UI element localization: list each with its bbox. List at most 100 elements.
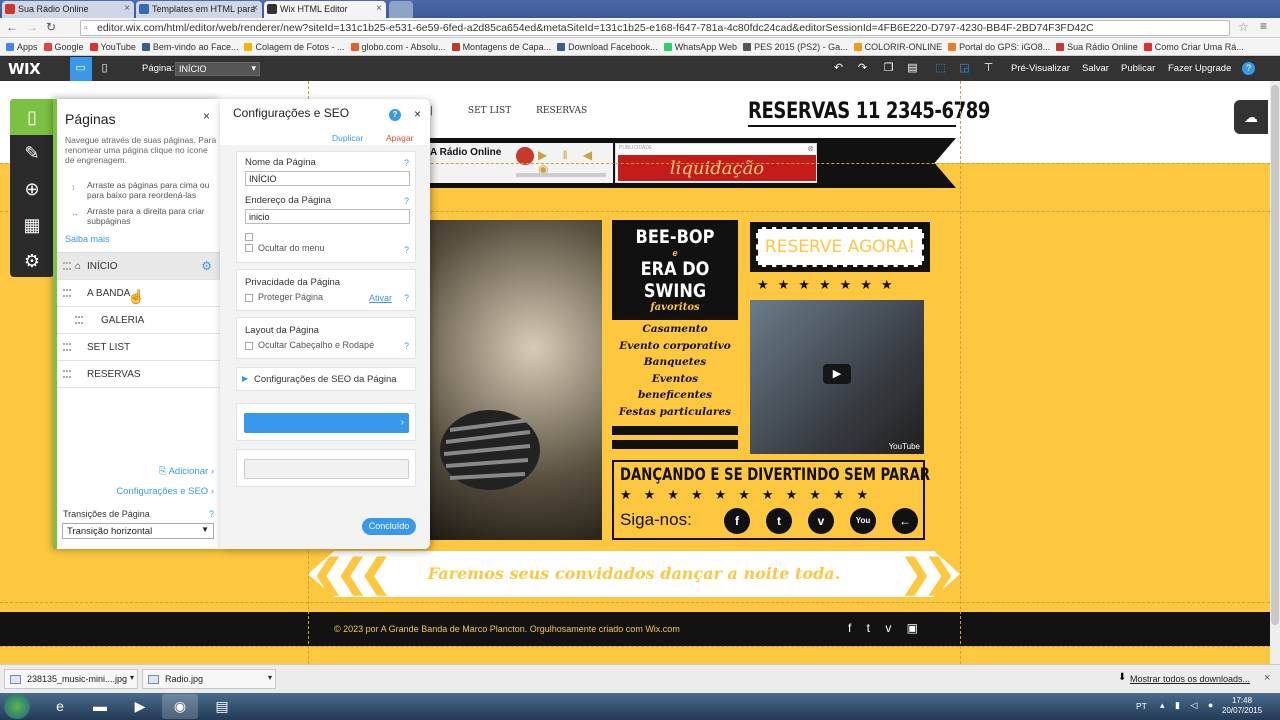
new-tab-button[interactable] bbox=[389, 1, 413, 18]
bookmark-item[interactable]: Bem-vindo ao Face... bbox=[141, 38, 238, 52]
seo-settings-link[interactable]: Configurações e SEO › bbox=[116, 486, 214, 497]
internet-explorer-icon[interactable]: e bbox=[42, 694, 78, 719]
paste-icon[interactable]: ▤ bbox=[906, 62, 919, 75]
help-icon[interactable]: ? bbox=[404, 341, 409, 351]
help-icon[interactable]: ? bbox=[209, 509, 214, 519]
bookmark-item[interactable]: Download Facebook... bbox=[557, 38, 658, 52]
forward-icon[interactable]: → bbox=[26, 20, 38, 34]
seo-settings-expander[interactable]: ▶ Configurações de SEO da Página bbox=[236, 367, 416, 391]
page-item-galeria[interactable]: GALERIA bbox=[57, 307, 220, 334]
reserve-now-button[interactable]: RESERVE AGORA! bbox=[750, 222, 930, 272]
gear-icon[interactable]: ⚙ bbox=[201, 253, 212, 280]
page-address-input[interactable] bbox=[245, 209, 410, 224]
bookmark-item[interactable]: Portal do GPS: iGO8... bbox=[948, 38, 1050, 52]
bookmark-item[interactable]: globo.com - Absolu... bbox=[350, 38, 446, 52]
drag-handle-icon[interactable] bbox=[63, 289, 71, 297]
bookmark-item[interactable]: Colagem de Fotos - ... bbox=[244, 38, 345, 52]
gridlines-icon[interactable]: ⬚ bbox=[934, 62, 947, 75]
secondary-action-button[interactable] bbox=[244, 459, 409, 479]
transition-select[interactable]: Transição horizontal ▼ bbox=[62, 523, 214, 539]
primary-action-button[interactable]: › bbox=[244, 413, 409, 433]
mobile-view-icon[interactable]: ▯ bbox=[98, 62, 111, 75]
page-item-reservas[interactable]: RESERVAS bbox=[57, 361, 220, 388]
rulers-icon[interactable]: ⊤ bbox=[982, 62, 995, 75]
vimeo-icon[interactable]: v bbox=[808, 508, 834, 534]
url-field[interactable]: ▫ editor.wix.com/html/editor/web/rendere… bbox=[80, 20, 1230, 36]
hide-header-footer-checkbox[interactable] bbox=[245, 342, 253, 350]
help-icon[interactable]: ? bbox=[404, 293, 409, 303]
notes-icon[interactable]: ▤ bbox=[204, 694, 240, 719]
learn-more-link[interactable]: Saiba mais bbox=[65, 234, 110, 244]
play-icon[interactable]: ▶ bbox=[823, 364, 851, 384]
page-item-inicio[interactable]: ⌂ INÍCIO ⚙ bbox=[57, 253, 220, 280]
media-player-icon[interactable]: ▶ bbox=[122, 694, 158, 719]
bookmark-item[interactable]: COLORIR-ONLINE bbox=[853, 38, 942, 52]
footer-social-icons[interactable]: f t v ▣ bbox=[848, 621, 924, 635]
add-page-button[interactable]: ⎘ Adicionar › bbox=[159, 466, 214, 477]
youtube-icon[interactable]: You bbox=[850, 508, 876, 534]
language-indicator[interactable]: PT bbox=[1136, 701, 1147, 711]
arrow-left-icon[interactable]: ← bbox=[892, 508, 918, 534]
twitter-icon[interactable]: t bbox=[766, 508, 792, 534]
clock[interactable]: 17:48 20/07/2015 bbox=[1222, 696, 1262, 716]
hide-menu-checkbox[interactable] bbox=[245, 233, 253, 241]
close-icon[interactable]: × bbox=[124, 3, 130, 14]
scrollbar[interactable] bbox=[1270, 81, 1280, 664]
site-nav-reservas[interactable]: RESERVAS bbox=[536, 106, 587, 116]
page-item-set-list[interactable]: SET LIST bbox=[57, 334, 220, 361]
save-button[interactable]: Salvar bbox=[1082, 63, 1109, 74]
star-icon[interactable]: ☆ bbox=[1238, 20, 1249, 34]
bookmark-item[interactable]: WhatsApp Web bbox=[663, 38, 737, 52]
drag-handle-icon[interactable] bbox=[63, 370, 71, 378]
player-progress[interactable] bbox=[516, 173, 606, 177]
chat-icon[interactable]: ☁ bbox=[1234, 100, 1268, 134]
page-selector[interactable]: INÍCIO ▾ bbox=[175, 62, 260, 76]
desktop-view-button[interactable]: ▭ bbox=[70, 57, 92, 81]
download-item[interactable]: Radio.jpg ▾ bbox=[142, 669, 276, 689]
chevron-down-icon[interactable]: ▾ bbox=[130, 673, 134, 682]
help-icon[interactable]: ? bbox=[1242, 62, 1255, 75]
done-button[interactable]: Concluído bbox=[362, 518, 416, 535]
publish-button[interactable]: Publicar bbox=[1121, 63, 1155, 74]
protect-page-checkbox[interactable] bbox=[245, 294, 253, 302]
settings-gear-icon[interactable]: ⚙ bbox=[10, 243, 54, 279]
close-icon[interactable]: × bbox=[414, 107, 421, 121]
facebook-icon[interactable]: f bbox=[724, 508, 750, 534]
file-explorer-icon[interactable]: ▬ bbox=[82, 694, 118, 719]
system-tray-icons[interactable]: ▴ ▮ ◁ ● bbox=[1160, 700, 1217, 711]
page-name-input[interactable] bbox=[245, 171, 410, 186]
scrollbar-thumb[interactable] bbox=[1271, 85, 1279, 625]
bookmark-item[interactable]: Apps bbox=[6, 38, 38, 52]
bookmark-item[interactable]: Google bbox=[43, 38, 84, 52]
help-icon[interactable]: ? bbox=[389, 109, 401, 121]
upgrade-button[interactable]: Fazer Upgrade bbox=[1168, 63, 1231, 74]
app-market-icon[interactable]: ▦ bbox=[10, 207, 54, 243]
drag-handle-icon[interactable] bbox=[75, 316, 83, 324]
close-icon[interactable]: ⊗ bbox=[807, 144, 814, 153]
chrome-icon[interactable]: ◉ bbox=[162, 694, 198, 719]
download-item[interactable]: 238135_music-mini....jpg ▾ bbox=[4, 669, 138, 689]
tab-wix-editor[interactable]: Wix HTML Editor × bbox=[264, 1, 386, 18]
add-icon[interactable]: ⊕ bbox=[10, 171, 54, 207]
hide-menu-checkbox-2[interactable] bbox=[245, 244, 253, 252]
help-icon[interactable]: ? bbox=[404, 196, 409, 206]
design-icon[interactable]: ✎ bbox=[10, 135, 54, 171]
back-icon[interactable]: ← bbox=[6, 20, 18, 34]
close-icon[interactable]: × bbox=[1264, 672, 1270, 684]
activate-link[interactable]: Ativar bbox=[369, 293, 392, 303]
snap-icon[interactable]: ◲ bbox=[958, 62, 971, 75]
menu-icon[interactable]: ≡ bbox=[1260, 19, 1267, 33]
tab-sua-radio[interactable]: Sua Rádio Online × bbox=[2, 1, 134, 18]
chevron-down-icon[interactable]: ▾ bbox=[268, 673, 272, 682]
preview-button[interactable]: Pré-Visualizar bbox=[1011, 63, 1070, 74]
close-icon[interactable]: × bbox=[376, 3, 382, 14]
start-button[interactable] bbox=[4, 694, 30, 719]
bookmark-item[interactable]: Sua Rádio Online bbox=[1056, 38, 1138, 52]
close-icon[interactable]: × bbox=[203, 109, 210, 123]
bookmark-item[interactable]: PES 2015 (PS2) - Ga... bbox=[743, 38, 848, 52]
bookmark-item[interactable]: YouTube bbox=[89, 38, 136, 52]
help-icon[interactable]: ? bbox=[404, 245, 409, 255]
tab-templates[interactable]: Templates em HTML para × bbox=[136, 1, 262, 18]
video-player[interactable]: ▶ YouTube bbox=[750, 300, 924, 454]
duplicate-link[interactable]: Duplicar bbox=[332, 133, 363, 143]
